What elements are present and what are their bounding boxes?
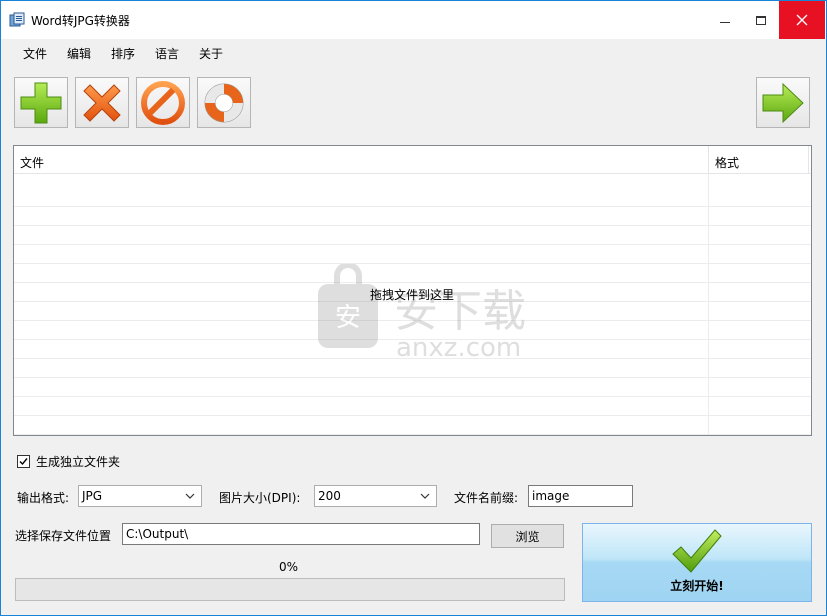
column-divider[interactable]	[708, 146, 709, 174]
progress-bar	[15, 578, 565, 601]
start-button[interactable]: 立刻开始!	[582, 523, 812, 602]
close-icon	[796, 14, 808, 26]
list-rows	[14, 188, 811, 435]
browse-button[interactable]: 浏览	[491, 524, 564, 548]
chevron-down-icon	[185, 493, 195, 499]
prefix-value: image	[532, 489, 570, 503]
browse-label: 浏览	[515, 529, 540, 544]
maximize-button[interactable]	[743, 1, 779, 39]
prohibit-icon	[141, 80, 185, 125]
output-format-label: 输出格式:	[17, 491, 70, 505]
column-grid-line	[708, 174, 709, 435]
checkmark-icon	[672, 529, 722, 573]
chevron-down-icon	[420, 493, 430, 499]
save-location-label: 选择保存文件位置	[15, 529, 112, 543]
lifebuoy-icon	[204, 83, 244, 122]
separate-folder-checkbox[interactable]	[17, 455, 30, 468]
dpi-select[interactable]: 200	[314, 485, 437, 507]
app-icon	[9, 12, 25, 27]
app-window: Word转JPG转换器 文件 编辑 排序 语言 关于 文件 格式 安 安下载 a…	[0, 0, 827, 616]
column-header-file[interactable]: 文件	[20, 154, 44, 171]
start-label: 立刻开始!	[670, 579, 724, 593]
add-file-button[interactable]	[14, 77, 68, 128]
drop-hint: 拖拽文件到这里	[370, 288, 455, 302]
arrow-right-icon	[762, 82, 804, 123]
help-button[interactable]	[197, 77, 251, 128]
prefix-label: 文件名前缀:	[454, 491, 519, 505]
output-format-select[interactable]: JPG	[78, 485, 202, 507]
menu-edit[interactable]: 编辑	[67, 45, 91, 62]
menu-file[interactable]: 文件	[23, 45, 47, 62]
title-bar: Word转JPG转换器	[1, 1, 826, 39]
output-format-value: JPG	[82, 489, 103, 503]
minimize-button[interactable]	[707, 1, 743, 39]
dpi-value: 200	[318, 489, 341, 503]
menu-about[interactable]: 关于	[199, 45, 223, 62]
minimize-icon	[720, 21, 730, 23]
separate-folder-label: 生成独立文件夹	[36, 455, 121, 469]
window-title: Word转JPG转换器	[31, 14, 130, 28]
save-location-value: C:\Output\	[126, 527, 189, 541]
list-header: 文件 格式	[14, 146, 811, 174]
check-icon	[19, 458, 28, 466]
plus-icon	[20, 82, 62, 123]
prefix-input[interactable]: image	[528, 485, 633, 507]
maximize-icon	[756, 15, 766, 25]
progress-text: 0%	[279, 560, 299, 574]
file-list[interactable]: 文件 格式 安 安下载 anxz.com 拖拽文件到这里	[13, 145, 812, 436]
save-location-input[interactable]: C:\Output\	[122, 523, 480, 545]
menu-language[interactable]: 语言	[155, 45, 179, 62]
column-header-format[interactable]: 格式	[715, 154, 739, 171]
next-button[interactable]	[756, 77, 810, 128]
close-button[interactable]	[779, 1, 825, 39]
x-icon	[83, 83, 121, 122]
separate-folder-option[interactable]: 生成独立文件夹	[17, 453, 120, 470]
dpi-label: 图片大小(DPI):	[219, 491, 301, 505]
column-divider[interactable]	[808, 146, 809, 174]
menu-sort[interactable]: 排序	[111, 45, 135, 62]
menu-bar: 文件 编辑 排序 语言 关于	[1, 39, 826, 65]
clear-list-button[interactable]	[136, 77, 190, 128]
remove-file-button[interactable]	[75, 77, 129, 128]
